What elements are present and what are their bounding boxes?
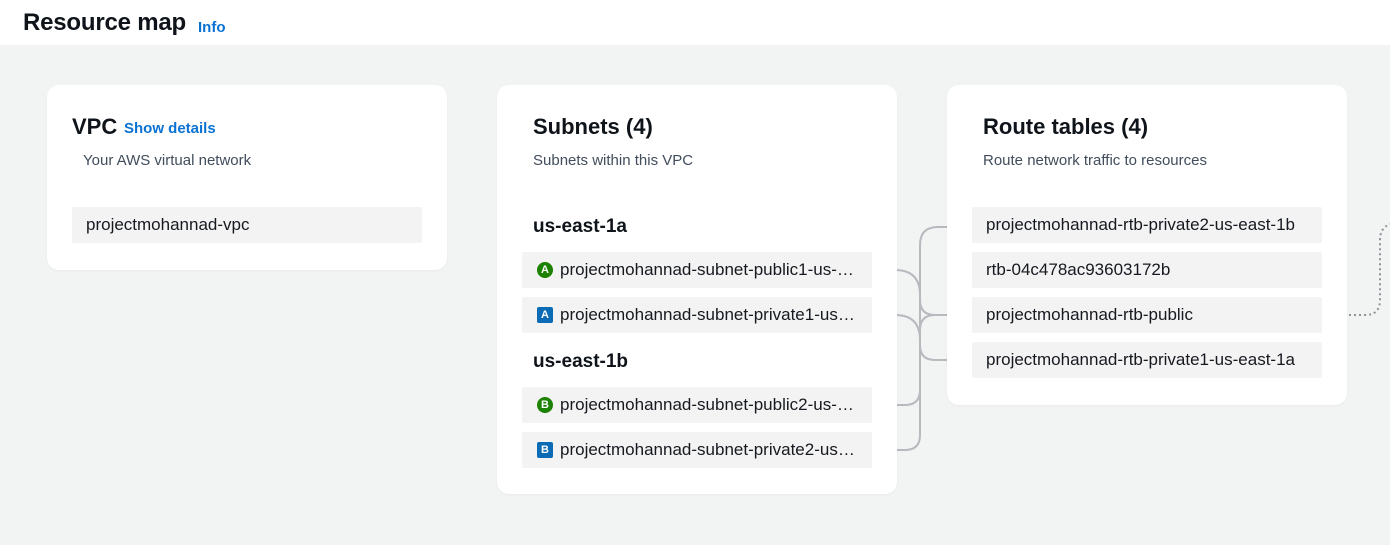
subnet-item-label: projectmohannad-subnet-private2-us-east-… bbox=[560, 440, 858, 459]
public-subnet-badge-icon: B bbox=[537, 397, 553, 413]
public-subnet-badge-icon: A bbox=[537, 262, 553, 278]
subnets-description: Subnets within this VPC bbox=[533, 152, 694, 169]
private-subnet-badge-icon: B bbox=[537, 442, 553, 458]
vpc-item[interactable]: projectmohannad-vpc bbox=[72, 207, 422, 243]
subnet-item-public1[interactable]: A projectmohannad-subnet-public1-us-east… bbox=[522, 252, 872, 288]
route-table-item[interactable]: projectmohannad-rtb-private1-us-east-1a bbox=[972, 342, 1322, 378]
vpc-item-label: projectmohannad-vpc bbox=[86, 215, 250, 234]
subnets-card: Subnets (4) Subnets within this VPC us-e… bbox=[497, 85, 897, 494]
route-tables-card: Route tables (4) Route network traffic t… bbox=[947, 85, 1347, 405]
subnet-item-label: projectmohannad-subnet-public1-us-east-1… bbox=[560, 260, 858, 279]
vpc-title: VPC bbox=[72, 114, 118, 139]
route-table-item[interactable]: projectmohannad-rtb-private2-us-east-1b bbox=[972, 207, 1322, 243]
route-table-item-label: projectmohannad-rtb-private2-us-east-1b bbox=[986, 215, 1295, 234]
subnet-item-public2[interactable]: B projectmohannad-subnet-public2-us-east… bbox=[522, 387, 872, 423]
vpc-description: Your AWS virtual network bbox=[83, 152, 252, 169]
route-tables-description: Route network traffic to resources bbox=[983, 152, 1207, 169]
private-subnet-badge-icon: A bbox=[537, 307, 553, 323]
route-table-item-label: rtb-04c478ac93603172b bbox=[986, 260, 1171, 279]
route-table-item-label: projectmohannad-rtb-public bbox=[986, 305, 1193, 324]
subnet-item-private2[interactable]: B projectmohannad-subnet-private2-us-eas… bbox=[522, 432, 872, 468]
availability-zone-title: us-east-1a bbox=[533, 216, 627, 237]
subnet-item-label: projectmohannad-subnet-private1-us-east-… bbox=[560, 305, 858, 324]
route-table-item[interactable]: projectmohannad-rtb-public bbox=[972, 297, 1322, 333]
show-details-link[interactable]: Show details bbox=[124, 120, 216, 137]
subnets-title: Subnets (4) bbox=[533, 114, 653, 139]
availability-zone-title: us-east-1b bbox=[533, 351, 629, 372]
subnet-item-label: projectmohannad-subnet-public2-us-east-1… bbox=[560, 395, 858, 414]
vpc-card: VPC Show details Your AWS virtual networ… bbox=[47, 85, 447, 270]
route-table-item-label: projectmohannad-rtb-private1-us-east-1a bbox=[986, 350, 1295, 369]
route-tables-title: Route tables (4) bbox=[983, 114, 1149, 139]
route-table-item[interactable]: rtb-04c478ac93603172b bbox=[972, 252, 1322, 288]
subnet-item-private1[interactable]: A projectmohannad-subnet-private1-us-eas… bbox=[522, 297, 872, 333]
